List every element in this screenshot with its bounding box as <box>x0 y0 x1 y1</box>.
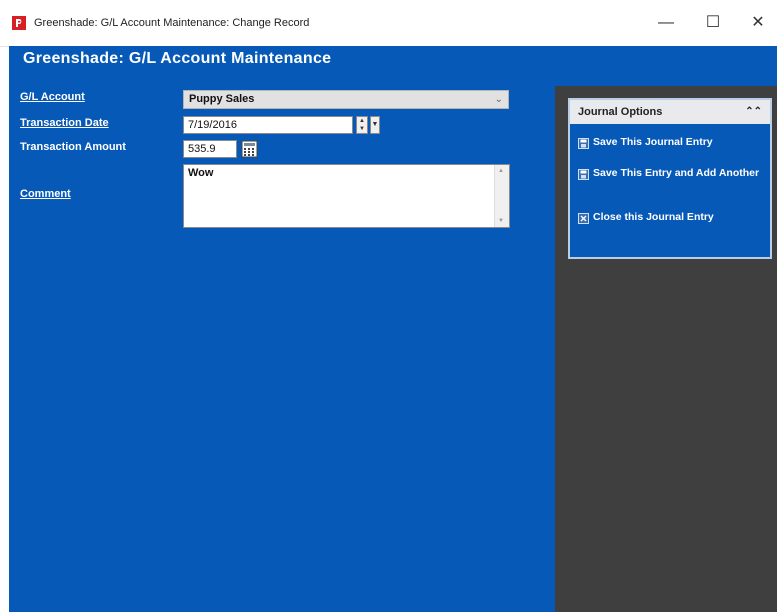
spin-down-icon[interactable]: ▼ <box>357 125 367 133</box>
transaction-amount-label: Transaction Amount <box>20 141 126 153</box>
gl-account-select[interactable]: Puppy Sales ⌄ <box>183 90 509 109</box>
scroll-down-icon[interactable]: ▼ <box>498 218 504 224</box>
journal-options-header[interactable]: Journal Options ⌃⌃ <box>570 100 770 124</box>
transaction-date-label[interactable]: Transaction Date <box>20 117 109 129</box>
form-area: Greenshade: G/L Account Maintenance G/L … <box>9 46 777 612</box>
gl-account-value: Puppy Sales <box>189 93 255 105</box>
close-journal-entry-link[interactable]: Close this Journal Entry <box>578 211 766 224</box>
scroll-up-icon[interactable]: ▲ <box>498 168 504 174</box>
calculator-icon[interactable] <box>241 140 258 158</box>
minimize-button[interactable]: — <box>646 10 686 36</box>
date-spinner[interactable]: ▲ ▼ <box>356 116 368 134</box>
save-and-add-another-label: Save This Entry and Add Another <box>593 167 760 179</box>
close-window-button[interactable]: ✕ <box>738 10 777 36</box>
close-journal-entry-label: Close this Journal Entry <box>593 211 714 223</box>
comment-label[interactable]: Comment <box>20 188 71 200</box>
collapse-icon[interactable]: ⌃⌃ <box>745 100 762 124</box>
options-side-panel: Journal Options ⌃⌃ Save This Journal Ent… <box>555 86 777 612</box>
save-icon <box>578 138 589 149</box>
maximize-button[interactable]: ☐ <box>693 10 733 36</box>
save-and-add-another-link[interactable]: Save This Entry and Add Another <box>578 167 766 180</box>
save-add-icon <box>578 169 589 180</box>
date-dropdown-button[interactable]: ▼ <box>370 116 380 134</box>
journal-options-box: Journal Options ⌃⌃ Save This Journal Ent… <box>568 98 772 259</box>
page-title: Greenshade: G/L Account Maintenance <box>23 50 332 67</box>
save-journal-entry-link[interactable]: Save This Journal Entry <box>578 136 766 149</box>
spin-up-icon[interactable]: ▲ <box>357 117 367 125</box>
gl-account-label[interactable]: G/L Account <box>20 91 85 103</box>
chevron-down-icon: ⌄ <box>494 94 503 105</box>
comment-textarea[interactable]: Wow ▲ ▼ <box>183 164 510 228</box>
journal-options-title: Journal Options <box>578 106 663 118</box>
comment-scrollbar[interactable]: ▲ ▼ <box>494 165 509 227</box>
save-journal-entry-label: Save This Journal Entry <box>593 136 713 148</box>
window-title: Greenshade: G/L Account Maintenance: Cha… <box>34 17 310 29</box>
transaction-date-input[interactable]: 7/19/2016 <box>183 116 353 134</box>
comment-text: Wow <box>188 167 214 179</box>
window-titlebar: Greenshade: G/L Account Maintenance: Cha… <box>0 0 777 47</box>
transaction-amount-input[interactable]: 535.9 <box>183 140 237 158</box>
close-entry-icon <box>578 213 589 224</box>
app-logo-icon <box>12 16 26 30</box>
